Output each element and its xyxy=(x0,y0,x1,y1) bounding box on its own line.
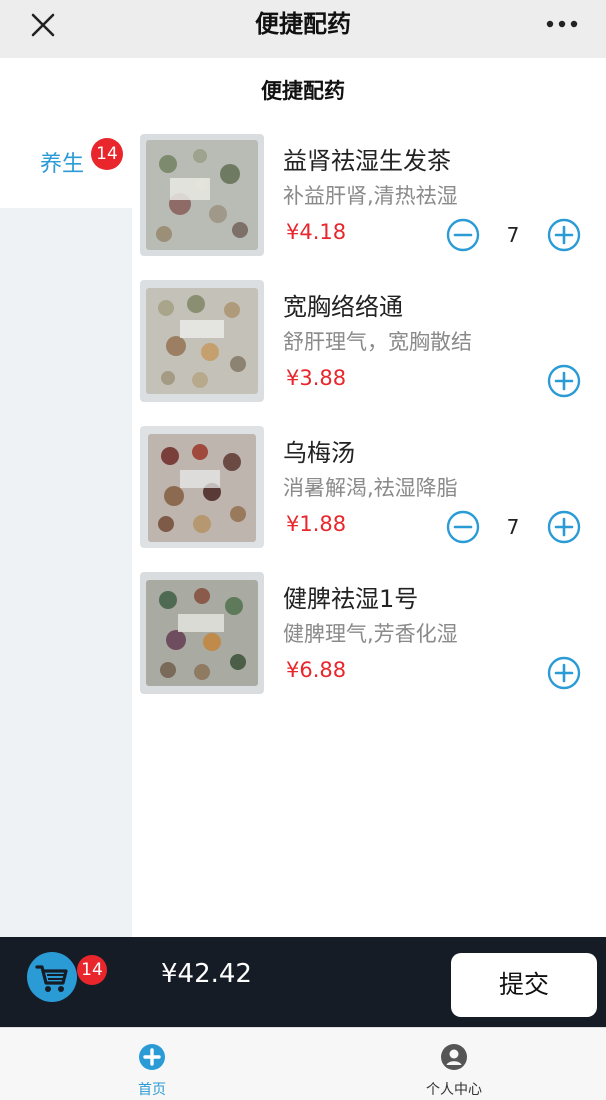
product-item: 宽胸络络通 舒肝理气，宽胸散结 ¥3.88 xyxy=(132,270,606,416)
product-description: 消暑解渴,祛湿降脂 xyxy=(283,476,458,500)
page-title: 便捷配药 xyxy=(0,58,606,124)
tab-home[interactable]: 首页 xyxy=(72,1028,232,1100)
product-price: ¥6.88 xyxy=(286,658,347,682)
home-plus-icon xyxy=(139,1044,165,1070)
product-name: 健脾祛湿1号 xyxy=(283,585,419,613)
product-image[interactable] xyxy=(140,572,264,694)
quantity-value: 7 xyxy=(506,223,520,247)
product-image[interactable] xyxy=(140,426,264,548)
product-description: 健脾理气,芳香化湿 xyxy=(283,622,458,646)
cart-count-badge: 14 xyxy=(77,955,107,985)
product-description: 舒肝理气，宽胸散结 xyxy=(283,330,472,354)
cart-bar: 14 ¥42.42 提交 xyxy=(0,937,606,1027)
quantity-value: 7 xyxy=(506,515,520,539)
increase-quantity-button[interactable] xyxy=(547,218,581,252)
product-item: 益肾祛湿生发茶 补益肝肾,清热祛湿 ¥4.18 7 xyxy=(132,124,606,270)
window-title: 便捷配药 xyxy=(255,10,351,38)
sidebar-item-label: 养生 xyxy=(40,152,85,177)
shopping-cart-icon[interactable] xyxy=(26,951,78,1003)
category-sidebar: 养生 14 xyxy=(0,124,132,937)
product-name: 宽胸络络通 xyxy=(283,293,403,321)
bottom-tab-bar: 首页 个人中心 xyxy=(0,1027,606,1100)
increase-quantity-button[interactable] xyxy=(547,510,581,544)
sidebar-item-yangsheng[interactable]: 养生 14 xyxy=(0,124,132,208)
title-bar: 便捷配药 xyxy=(0,0,606,58)
product-item: 健脾祛湿1号 健脾理气,芳香化湿 ¥6.88 xyxy=(132,562,606,708)
submit-button[interactable]: 提交 xyxy=(451,953,597,1017)
tab-profile[interactable]: 个人中心 xyxy=(374,1028,534,1100)
tab-label: 个人中心 xyxy=(426,1082,482,1098)
decrease-quantity-button[interactable] xyxy=(446,510,480,544)
product-name: 乌梅汤 xyxy=(283,439,355,467)
increase-quantity-button[interactable] xyxy=(547,364,581,398)
decrease-quantity-button[interactable] xyxy=(446,218,480,252)
product-image[interactable] xyxy=(140,134,264,256)
increase-quantity-button[interactable] xyxy=(547,656,581,690)
product-image[interactable] xyxy=(140,280,264,402)
product-name: 益肾祛湿生发茶 xyxy=(283,147,451,175)
tab-label: 首页 xyxy=(138,1082,166,1098)
product-price: ¥3.88 xyxy=(286,366,347,390)
category-count-badge: 14 xyxy=(91,138,123,170)
product-item: 乌梅汤 消暑解渴,祛湿降脂 ¥1.88 7 xyxy=(132,416,606,562)
product-description: 补益肝肾,清热祛湿 xyxy=(283,184,458,208)
product-price: ¥1.88 xyxy=(286,512,347,536)
product-list: 益肾祛湿生发茶 补益肝肾,清热祛湿 ¥4.18 7 宽胸络络通 舒肝理气，宽胸散… xyxy=(132,124,606,937)
more-icon[interactable] xyxy=(538,10,586,38)
user-icon xyxy=(441,1044,467,1070)
product-price: ¥4.18 xyxy=(286,220,347,244)
cart-total: ¥42.42 xyxy=(161,959,252,989)
